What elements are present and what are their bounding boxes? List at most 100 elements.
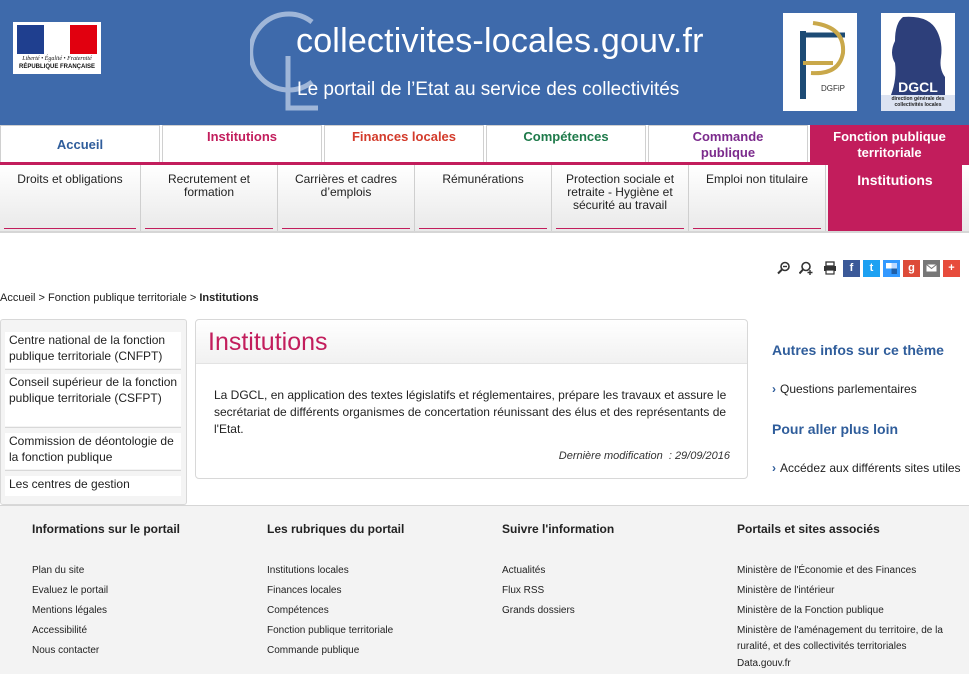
main-navigation: Accueil Institutions Finances locales Co… bbox=[0, 125, 969, 164]
tab-commande-publique[interactable]: Commande publique bbox=[648, 125, 808, 164]
footer-link[interactable]: Data.gouv.fr bbox=[737, 659, 957, 669]
twitter-icon[interactable]: t bbox=[863, 259, 880, 277]
subtab-label: Emploi non titulaire bbox=[705, 172, 809, 186]
republique-francaise-logo[interactable]: Liberté • Égalité • Fraternité RÉPUBLIQU… bbox=[13, 22, 101, 74]
sub-navigation: Droits et obligations Recrutement et for… bbox=[0, 165, 969, 233]
subtab-label: Rémunérations bbox=[442, 172, 524, 186]
sites-utiles-link[interactable]: › Accédez aux différents sites utiles bbox=[772, 461, 961, 475]
link-label: Questions parlementaires bbox=[780, 382, 917, 396]
last-modified-date: 29/09/2016 bbox=[674, 450, 730, 462]
subtab-remunerations[interactable]: Rémunérations bbox=[415, 165, 552, 231]
footer-link[interactable]: Institutions locales bbox=[267, 566, 404, 576]
print-icon[interactable] bbox=[820, 260, 840, 277]
tab-accueil[interactable]: Accueil bbox=[0, 125, 160, 164]
footer-link[interactable]: Evaluez le portail bbox=[32, 586, 180, 596]
subtab-recrutement-formation[interactable]: Recrutement et formation bbox=[141, 165, 278, 231]
subtab-underline bbox=[693, 228, 821, 229]
dgfip-logo[interactable]: DGFiP bbox=[783, 13, 857, 111]
left-menu-label: Conseil supérieur de la fonction publiqu… bbox=[9, 375, 178, 405]
breadcrumb-section[interactable]: Fonction publique territoriale bbox=[48, 292, 187, 304]
subtab-underline bbox=[145, 228, 273, 229]
breadcrumb-current: Institutions bbox=[199, 292, 259, 304]
subtab-underline bbox=[556, 228, 684, 229]
site-title[interactable]: collectivites-locales.gouv.fr bbox=[296, 22, 704, 61]
left-menu-item-cnfpt[interactable]: Centre national de la fonction publique … bbox=[5, 332, 181, 370]
site-header: Liberté • Égalité • Fraternité RÉPUBLIQU… bbox=[0, 0, 969, 125]
subtab-protection-sociale[interactable]: Protection sociale et retraite - Hygiène… bbox=[552, 165, 689, 231]
left-menu-item-deontologie[interactable]: Commission de déontologie de la fonction… bbox=[5, 433, 181, 471]
footer-link[interactable]: Ministère de l'intérieur bbox=[737, 586, 957, 596]
themes-heading: Autres infos sur ce thème bbox=[772, 342, 944, 358]
subtab-label: Carrières et cadres d’emplois bbox=[294, 172, 398, 199]
subtab-droits-obligations[interactable]: Droits et obligations bbox=[0, 165, 141, 231]
left-menu: Centre national de la fonction publique … bbox=[0, 319, 187, 505]
content-panel: Institutions La DGCL, en application des… bbox=[195, 319, 748, 479]
dgcl-label: DGCL bbox=[898, 79, 938, 95]
footer-heading: Informations sur le portail bbox=[32, 522, 181, 536]
footer-link[interactable]: Finances locales bbox=[267, 586, 404, 596]
footer-heading: Les rubriques du portail bbox=[267, 522, 405, 536]
marianne-republique: RÉPUBLIQUE FRANÇAISE bbox=[18, 64, 95, 70]
footer-heading: Portails et sites associés bbox=[737, 522, 880, 536]
footer-link[interactable]: Plan du site bbox=[32, 566, 180, 576]
questions-parlementaires-link[interactable]: › Questions parlementaires bbox=[772, 382, 917, 396]
left-menu-label: Les centres de gestion bbox=[9, 477, 130, 491]
subtab-institutions[interactable]: Institutions bbox=[828, 165, 962, 231]
delicious-icon[interactable] bbox=[883, 259, 900, 277]
footer-link[interactable]: Flux RSS bbox=[502, 586, 614, 596]
footer-link[interactable]: Actualités bbox=[502, 566, 614, 576]
subtab-carrieres-cadres[interactable]: Carrières et cadres d’emplois bbox=[278, 165, 415, 231]
last-modified: Dernière modification : 29/09/2016 bbox=[558, 450, 730, 462]
footer-link[interactable]: Ministère de la Fonction publique bbox=[737, 606, 957, 616]
dgfip-label: DGFiP bbox=[821, 84, 845, 93]
footer-link[interactable]: Nous contacter bbox=[32, 646, 180, 656]
footer-col-suivre: Suivre l'information Actualités Flux RSS… bbox=[502, 522, 614, 626]
last-modified-label: Dernière modification bbox=[558, 450, 663, 462]
share-icon[interactable]: + bbox=[943, 259, 960, 277]
subtab-label: Recrutement et formation bbox=[167, 172, 251, 199]
site-subtitle: Le portail de l’Etat au service des coll… bbox=[297, 79, 680, 100]
dgcl-logo[interactable]: DGCL direction générale des collectivité… bbox=[881, 13, 955, 111]
breadcrumb-home[interactable]: Accueil bbox=[0, 292, 35, 304]
tab-finances-locales[interactable]: Finances locales bbox=[324, 125, 484, 164]
facebook-icon[interactable]: f bbox=[843, 259, 860, 277]
content-body: La DGCL, en application des textes légis… bbox=[214, 388, 727, 436]
footer-link[interactable]: Accessibilité bbox=[32, 626, 180, 636]
footer-link[interactable]: Grands dossiers bbox=[502, 606, 614, 616]
footer-col-portails: Portails et sites associés Ministère de … bbox=[737, 522, 957, 679]
google-plus-icon[interactable]: g bbox=[903, 259, 920, 277]
subtab-emploi-non-titulaire[interactable]: Emploi non titulaire bbox=[689, 165, 826, 231]
breadcrumb-sep: > bbox=[35, 292, 49, 304]
footer-link[interactable]: Commande publique bbox=[267, 646, 404, 656]
footer-link[interactable]: Ministère de l'aménagement du territoire… bbox=[737, 623, 952, 655]
footer-link[interactable]: Compétences bbox=[267, 606, 404, 616]
breadcrumb: Accueil > Fonction publique territoriale… bbox=[0, 292, 259, 304]
footer-col-informations: Informations sur le portail Plan du site… bbox=[32, 522, 180, 666]
footer-link[interactable]: Fonction publique territoriale bbox=[267, 626, 404, 636]
footer-link[interactable]: Ministère de l'Économie et des Finances bbox=[737, 566, 957, 576]
marianne-motto: Liberté • Égalité • Fraternité bbox=[22, 56, 92, 62]
left-menu-item-centres-gestion[interactable]: Les centres de gestion bbox=[5, 476, 181, 496]
page-tools: f t g + bbox=[774, 259, 960, 277]
site-footer: Informations sur le portail Plan du site… bbox=[0, 505, 969, 674]
zoom-out-icon[interactable] bbox=[774, 260, 794, 277]
dgcl-subtitle: direction générale des collectivités loc… bbox=[891, 96, 945, 108]
page-title: Institutions bbox=[208, 328, 328, 356]
zoom-in-icon[interactable] bbox=[797, 260, 817, 277]
tab-competences[interactable]: Compétences bbox=[486, 125, 646, 164]
left-menu-label: Centre national de la fonction publique … bbox=[9, 333, 166, 363]
subtab-label: Protection sociale et retraite - Hygiène… bbox=[565, 172, 675, 212]
footer-col-rubriques: Les rubriques du portail Institutions lo… bbox=[267, 522, 404, 666]
tricolor-flag-icon bbox=[17, 25, 98, 54]
footer-link[interactable]: Mentions légales bbox=[32, 606, 180, 616]
chevron-right-icon: › bbox=[772, 382, 776, 396]
footer-heading: Suivre l'information bbox=[502, 522, 615, 536]
link-label: Accédez aux différents sites utiles bbox=[780, 461, 961, 475]
left-menu-item-csfpt[interactable]: Conseil supérieur de la fonction publiqu… bbox=[5, 374, 181, 428]
email-icon[interactable] bbox=[923, 259, 940, 277]
further-heading: Pour aller plus loin bbox=[772, 421, 899, 437]
tab-fonction-publique-territoriale[interactable]: Fonction publique territoriale bbox=[810, 125, 969, 164]
breadcrumb-sep: > bbox=[186, 292, 200, 304]
tab-institutions[interactable]: Institutions bbox=[162, 125, 322, 164]
menu-separator bbox=[5, 427, 181, 428]
